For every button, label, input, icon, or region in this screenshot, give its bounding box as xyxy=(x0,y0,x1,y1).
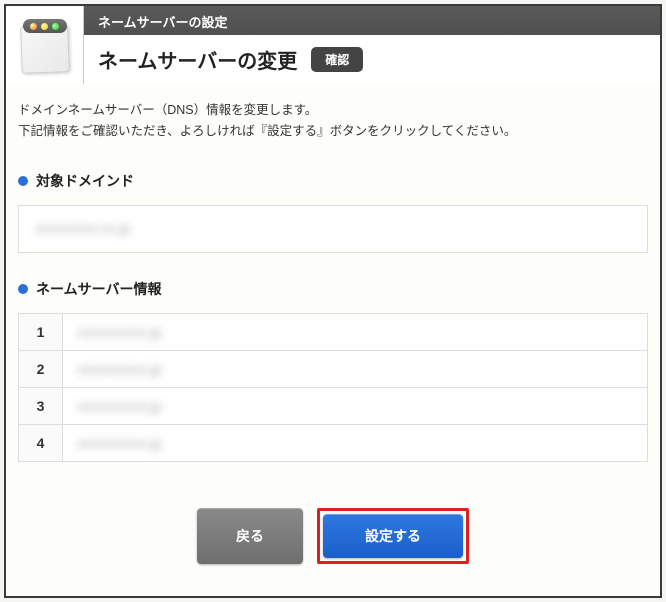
section-label: ネームサーバーの設定 xyxy=(84,6,660,35)
domain-value-box: xxxxxxxxx.xx.jp xyxy=(18,205,648,253)
section-target-domain: 対象ドメインド xxxxxxxxx.xx.jp xyxy=(18,171,648,253)
section-heading: 対象ドメインド xyxy=(18,171,648,191)
bullet-icon xyxy=(18,284,28,294)
section-nameservers: ネームサーバー情報 1 xxxxxxxxxx.jp 2 xxxxxxxxxx.j… xyxy=(18,279,648,462)
table-row: 2 xxxxxxxxxx.jp xyxy=(19,350,648,387)
back-button[interactable]: 戻る xyxy=(197,508,303,564)
nameserver-table: 1 xxxxxxxxxx.jp 2 xxxxxxxxxx.jp 3 xxxxxx… xyxy=(18,313,648,462)
description-line: 下記情報をご確認いただき、よろしければ『設定する』ボタンをクリックしてください。 xyxy=(18,121,648,142)
table-row: 1 xxxxxxxxxx.jp xyxy=(19,313,648,350)
note-icon xyxy=(17,17,73,73)
page-title: ネームサーバーの変更 xyxy=(98,45,297,74)
page-container: ネームサーバーの設定 ネームサーバーの変更 確認 ドメインネームサーバー（DNS… xyxy=(4,4,662,598)
submit-button[interactable]: 設定する xyxy=(323,514,463,558)
submit-highlight-box: 設定する xyxy=(317,508,469,564)
domain-value: xxxxxxxxx.xx.jp xyxy=(35,220,131,236)
row-value: xxxxxxxxxx.jp xyxy=(63,424,648,461)
section-label-text: ネームサーバー情報 xyxy=(36,279,161,299)
row-value: xxxxxxxxxx.jp xyxy=(63,387,648,424)
action-row: 戻る 設定する xyxy=(18,508,648,572)
row-value: xxxxxxxxxx.jp xyxy=(63,313,648,350)
row-number: 1 xyxy=(19,313,63,350)
row-number: 4 xyxy=(19,424,63,461)
table-row: 3 xxxxxxxxxx.jp xyxy=(19,387,648,424)
header-icon-box xyxy=(6,6,84,84)
page-header: ネームサーバーの設定 ネームサーバーの変更 確認 xyxy=(6,6,660,84)
section-label-text: 対象ドメインド xyxy=(36,171,134,191)
description-line: ドメインネームサーバー（DNS）情報を変更します。 xyxy=(18,100,648,121)
page-body: ドメインネームサーバー（DNS）情報を変更します。 下記情報をご確認いただき、よ… xyxy=(6,84,660,596)
row-number: 3 xyxy=(19,387,63,424)
section-heading: ネームサーバー情報 xyxy=(18,279,648,299)
header-title-row: ネームサーバーの変更 確認 xyxy=(84,35,660,84)
row-value: xxxxxxxxxx.jp xyxy=(63,350,648,387)
description: ドメインネームサーバー（DNS）情報を変更します。 下記情報をご確認いただき、よ… xyxy=(18,100,648,143)
row-number: 2 xyxy=(19,350,63,387)
status-badge: 確認 xyxy=(311,47,363,72)
bullet-icon xyxy=(18,176,28,186)
table-row: 4 xxxxxxxxxx.jp xyxy=(19,424,648,461)
header-texts: ネームサーバーの設定 ネームサーバーの変更 確認 xyxy=(84,6,660,84)
